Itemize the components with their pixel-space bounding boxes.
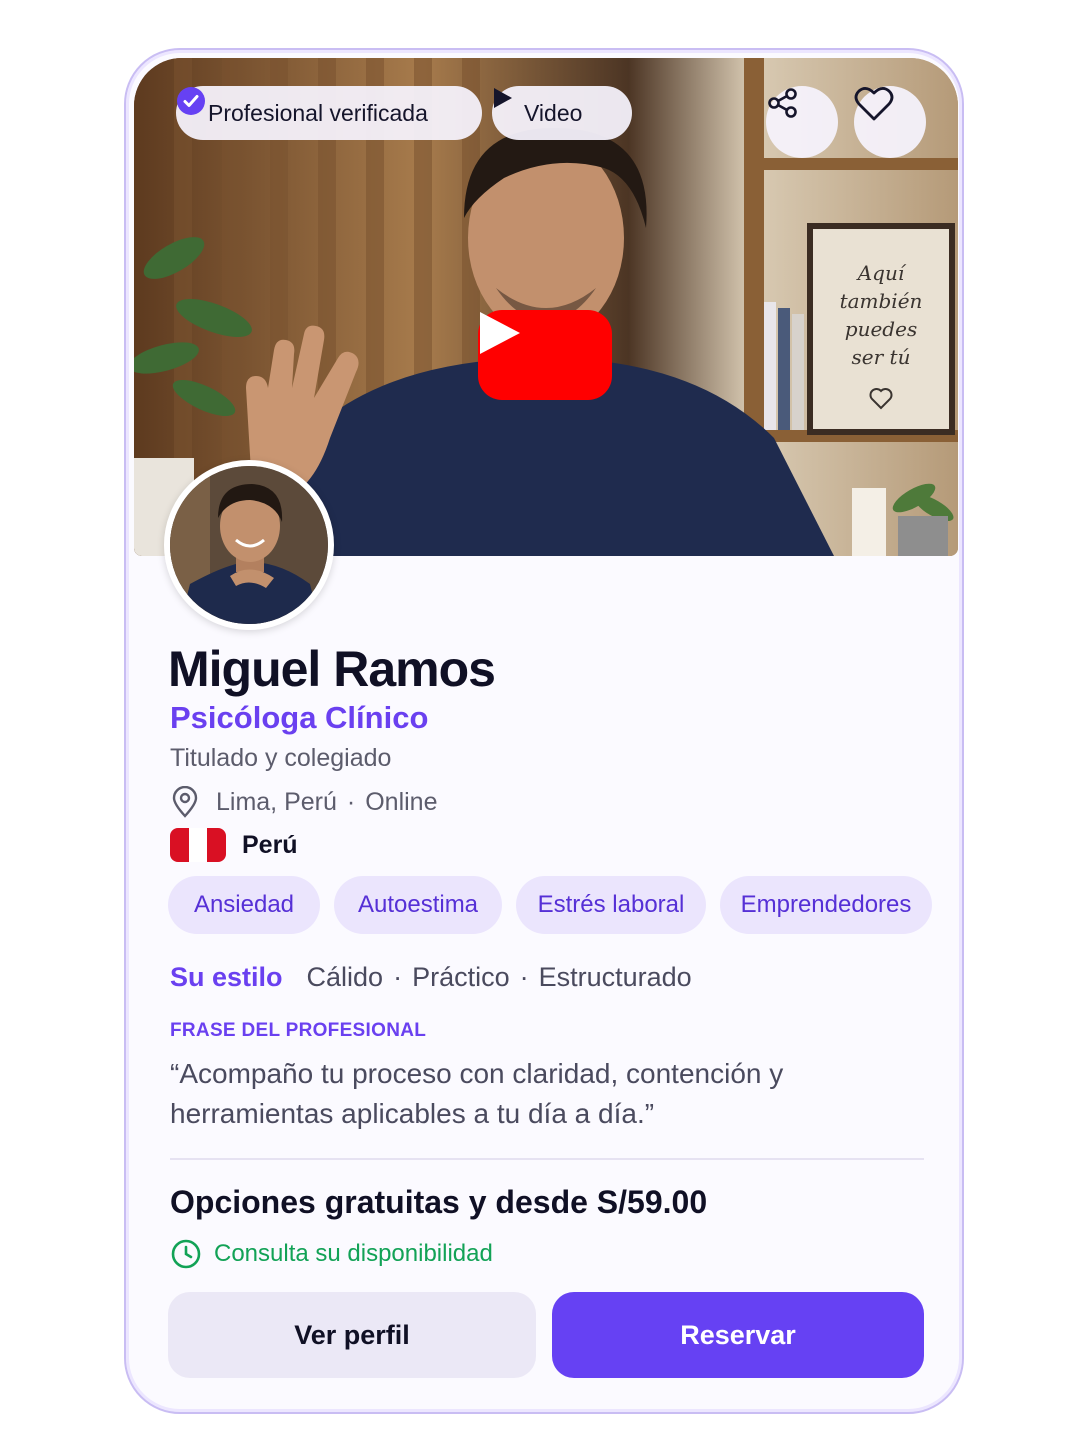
country-label: Perú xyxy=(242,830,298,859)
youtube-play-button[interactable] xyxy=(478,310,612,400)
location-row: Lima, Perú · Online xyxy=(170,786,437,818)
avatar-photo xyxy=(170,466,328,624)
verified-badge: Profesional verificada xyxy=(176,86,482,140)
profile-credentials: Titulado y colegiado xyxy=(170,744,392,772)
verified-label: Profesional verificada xyxy=(208,99,428,126)
style-separator: · xyxy=(519,962,529,992)
video-label: Video xyxy=(524,99,583,126)
availability-row[interactable]: Consulta su disponibilidad xyxy=(170,1238,493,1270)
location-pin-icon xyxy=(170,786,200,818)
location-modality: Online xyxy=(365,787,438,816)
style-separator: · xyxy=(393,962,403,992)
frame-text: Aquí xyxy=(856,261,907,285)
view-profile-button[interactable]: Ver perfil xyxy=(168,1292,536,1378)
availability-label: Consulta su disponibilidad xyxy=(214,1240,493,1267)
style-label: Su estilo xyxy=(170,962,283,992)
book-button[interactable]: Reservar xyxy=(552,1292,924,1378)
tag-chip[interactable]: Ansiedad xyxy=(168,876,320,934)
phrase-quote: “Acompaño tu proceso con claridad, conte… xyxy=(170,1058,784,1129)
tag-chip[interactable]: Emprendedores xyxy=(720,876,932,934)
share-button[interactable] xyxy=(766,86,838,158)
style-item: Cálido xyxy=(306,962,384,992)
clock-icon xyxy=(170,1238,202,1270)
style-item: Práctico xyxy=(412,962,510,992)
country-row: Perú xyxy=(170,828,298,862)
phrase-heading: FRASE DEL PROFESIONAL xyxy=(170,1020,427,1041)
tag-chip[interactable]: Estrés laboral xyxy=(516,876,706,934)
tag-chip[interactable]: Autoestima xyxy=(334,876,502,934)
location-city: Lima, Perú xyxy=(216,787,337,816)
style-item: Estructurado xyxy=(538,962,692,992)
favorite-button[interactable] xyxy=(854,86,926,158)
svg-text:ser tú: ser tú xyxy=(852,345,911,369)
video-badge[interactable]: Video xyxy=(492,86,632,140)
avatar[interactable] xyxy=(164,460,334,630)
profile-name: Miguel Ramos xyxy=(168,641,496,697)
psychologist-card: Aquí también puedes ser tú Profesional v… xyxy=(124,48,964,1414)
pricing-text: Opciones gratuitas y desde S/59.00 xyxy=(170,1184,708,1220)
peru-flag-icon xyxy=(170,828,226,862)
svg-text:también: también xyxy=(840,289,923,313)
svg-text:puedes: puedes xyxy=(845,317,917,341)
location-separator: · xyxy=(346,787,356,816)
profile-role: Psicóloga Clínico xyxy=(170,700,429,735)
style-row: Su estilo Cálido · Práctico · Estructura… xyxy=(170,962,692,993)
divider xyxy=(170,1158,924,1160)
